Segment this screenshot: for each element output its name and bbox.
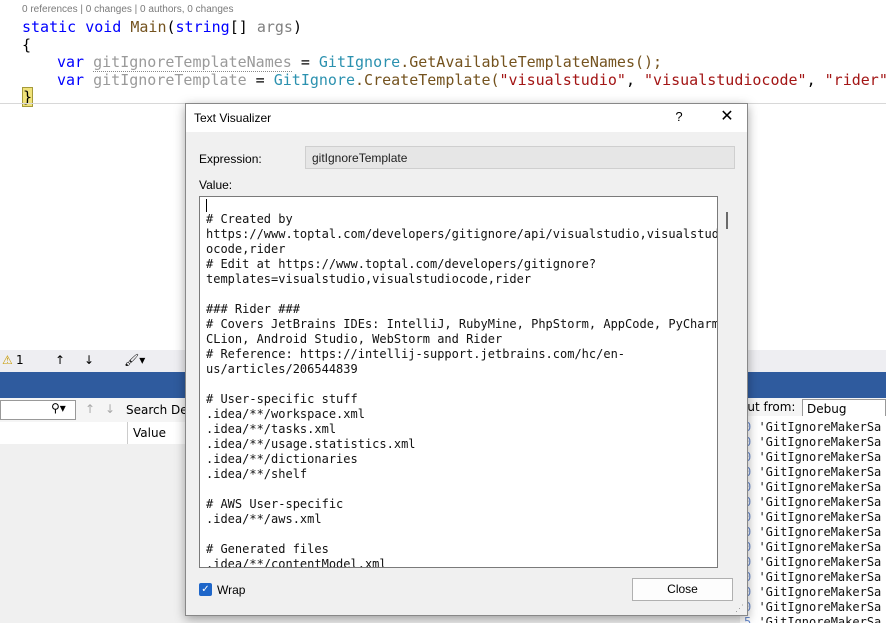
assign-op: = (291, 53, 319, 71)
paren-close: ) (292, 18, 302, 36)
output-row-text: 'GitIgnoreMakerSa (751, 480, 882, 494)
wrap-checkbox[interactable]: ✓ (199, 583, 212, 596)
variable-name[interactable]: gitIgnoreTemplateNames (93, 53, 292, 72)
output-row-text: 'GitIgnoreMakerSa (751, 465, 882, 479)
paren-open: ( (166, 18, 176, 36)
wrap-label[interactable]: Wrap (217, 583, 245, 597)
value-column-header[interactable]: Value (133, 426, 166, 440)
value-scrollbar[interactable] (726, 212, 728, 229)
output-row[interactable]: 0 'GitIgnoreMakerSa (744, 450, 881, 465)
previous-arrow-icon[interactable]: ↑ (55, 353, 65, 367)
search-up-icon[interactable]: ↑ (85, 402, 95, 416)
code-line-open-brace: { (22, 36, 32, 54)
output-row[interactable]: 0 'GitIgnoreMakerSa (744, 495, 881, 510)
method-call: .CreateTemplate( (355, 71, 500, 89)
output-row-text: 'GitIgnoreMakerSa (751, 555, 882, 569)
comma: , (625, 71, 645, 89)
help-button[interactable]: ? (664, 109, 694, 127)
output-row-text: 'GitIgnoreMakerSa (751, 495, 882, 509)
output-row-text: 'GitIgnoreMakerSa (751, 540, 882, 554)
codelens-info[interactable]: 0 references | 0 changes | 0 authors, 0 … (22, 4, 233, 15)
comma: , (806, 71, 825, 89)
output-row[interactable]: 0 'GitIgnoreMakerSa (744, 540, 881, 555)
text-visualizer-dialog: Text Visualizer ? ✕ Expression: gitIgnor… (185, 103, 748, 616)
search-input[interactable]: ⚲▾ (0, 400, 76, 420)
output-row[interactable]: 0 'GitIgnoreMakerSa (744, 465, 881, 480)
value-label: Value: (199, 178, 233, 192)
close-icon[interactable]: ✕ (712, 109, 742, 127)
string-literal: "visualstudiocode" (644, 71, 807, 89)
close-button[interactable]: Close (632, 578, 733, 601)
class-name: GitIgnore (273, 71, 356, 89)
output-from-label: out from: (740, 400, 796, 414)
search-icon: ⚲▾ (51, 401, 66, 415)
matched-brace: } (22, 87, 34, 107)
array-brackets: [] (229, 18, 248, 36)
output-row-text: 'GitIgnoreMakerSa (751, 510, 882, 524)
keyword-static: static (22, 18, 77, 36)
value-textarea[interactable]: # Created by https://www.toptal.com/deve… (199, 196, 718, 568)
resize-grip-icon[interactable]: ⋰ (735, 603, 745, 613)
output-pane[interactable]: 0 'GitIgnoreMakerSa0 'GitIgnoreMakerSa0 … (740, 416, 886, 623)
param-name: args (256, 18, 293, 36)
search-down-icon[interactable]: ↓ (105, 402, 115, 416)
output-row-text: 'GitIgnoreMakerSa (751, 450, 882, 464)
column-divider[interactable] (127, 422, 128, 444)
method-name: Main (130, 18, 167, 36)
class-name: GitIgnore (318, 53, 401, 71)
output-row[interactable]: 0 'GitIgnoreMakerSa (744, 435, 881, 450)
output-row[interactable]: 0 'GitIgnoreMakerSa (744, 600, 881, 615)
expression-field[interactable]: gitIgnoreTemplate (305, 146, 735, 169)
warning-icon[interactable]: ⚠ (2, 353, 13, 367)
output-row-text: 'GitIgnoreMakerSa (751, 600, 882, 614)
code-line-main: static void Main(string[] args) (22, 18, 302, 36)
code-line-create-template: var gitIgnoreTemplate = GitIgnore.Create… (57, 71, 886, 89)
variable-name[interactable]: gitIgnoreTemplate (93, 71, 247, 89)
assign-op: = (246, 71, 274, 89)
output-row-text: 'GitIgnoreMakerSa (751, 435, 882, 449)
output-row-text: 'GitIgnoreMakerSa (751, 570, 882, 584)
keyword-string: string (175, 18, 230, 36)
output-row[interactable]: 0 'GitIgnoreMakerSa (744, 585, 881, 600)
output-row-text: 'GitIgnoreMakerSa (751, 525, 882, 539)
method-call: .GetAvailableTemplateNames(); (400, 53, 663, 71)
output-row-text: 'GitIgnoreMakerSa (751, 585, 882, 599)
output-row[interactable]: 0 'GitIgnoreMakerSa (744, 480, 881, 495)
next-arrow-icon[interactable]: ↓ (84, 353, 94, 367)
string-literal: "rider" (824, 71, 886, 89)
dialog-titlebar[interactable]: Text Visualizer ? ✕ (186, 104, 747, 132)
output-row[interactable]: 5 'GitIgnoreMakerSa (744, 615, 881, 623)
output-row[interactable]: 0 'GitIgnoreMakerSa (744, 525, 881, 540)
output-row-text: 'GitIgnoreMakerSa (751, 615, 882, 623)
output-row[interactable]: 0 'GitIgnoreMakerSa (744, 510, 881, 525)
dialog-title: Text Visualizer (194, 111, 272, 125)
keyword-void: void (85, 18, 122, 36)
string-literal: "visualstudio" (499, 71, 626, 89)
clear-filter-icon[interactable]: 🖌▾ (124, 353, 145, 367)
output-row[interactable]: 0 'GitIgnoreMakerSa (744, 570, 881, 585)
code-line-template-names: var gitIgnoreTemplateNames = GitIgnore.G… (57, 53, 663, 72)
value-text[interactable]: # Created by https://www.toptal.com/deve… (206, 197, 717, 567)
output-row[interactable]: 0 'GitIgnoreMakerSa (744, 420, 881, 435)
output-row[interactable]: 0 'GitIgnoreMakerSa (744, 555, 881, 570)
warning-count[interactable]: 1 (16, 353, 24, 367)
expression-label: Expression: (199, 152, 262, 166)
keyword-var: var (57, 53, 85, 71)
keyword-var: var (57, 71, 85, 89)
output-row-text: 'GitIgnoreMakerSa (751, 420, 882, 434)
